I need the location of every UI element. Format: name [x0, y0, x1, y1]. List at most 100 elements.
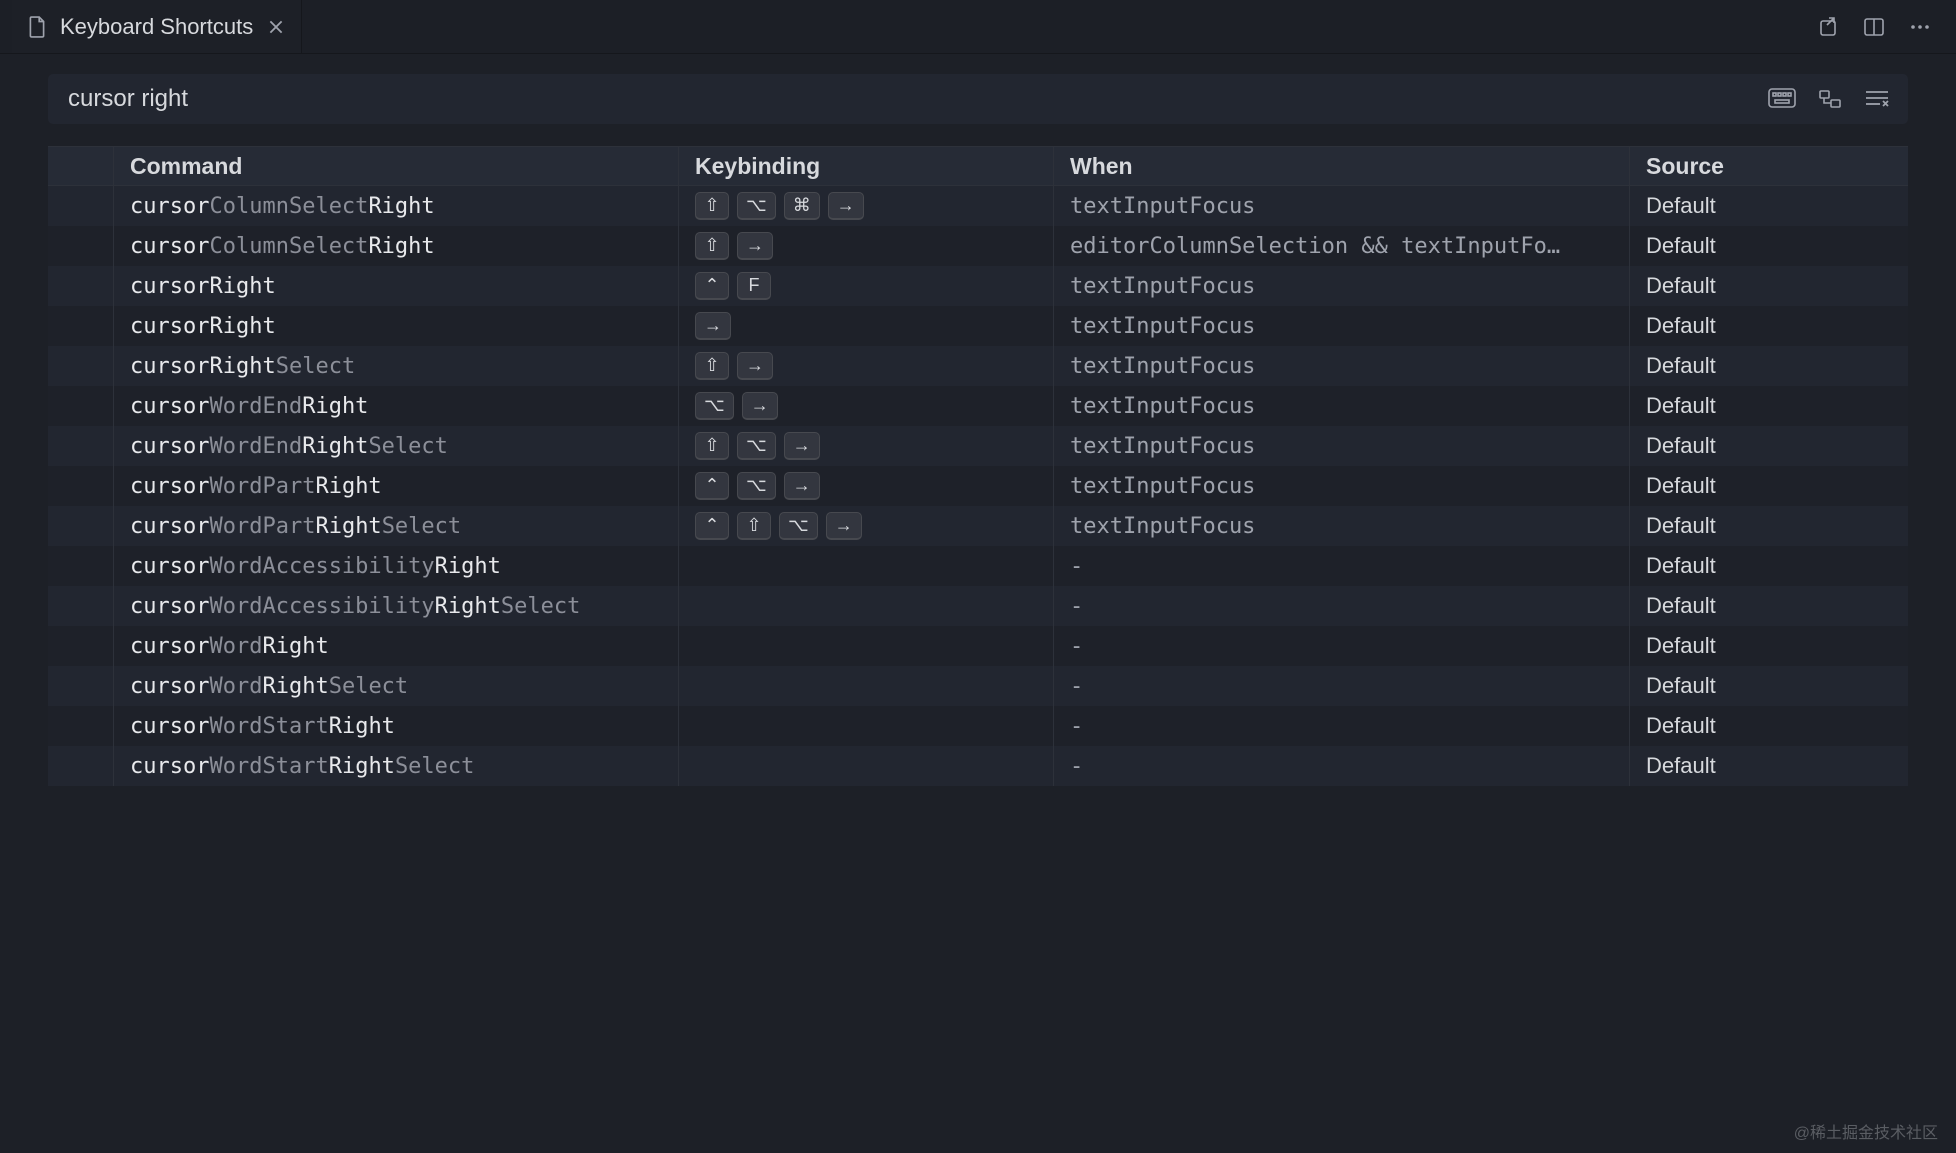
table-row[interactable]: cursorRight⌃FtextInputFocusDefault: [48, 266, 1908, 306]
command-cell: cursorWordRightSelect: [114, 666, 679, 706]
table-row[interactable]: cursorRightSelect⇧→textInputFocusDefault: [48, 346, 1908, 386]
when-cell: textInputFocus: [1054, 346, 1630, 386]
row-gutter: [48, 266, 114, 306]
key-cap: ⌥: [779, 512, 818, 540]
key-cap: ⇧: [695, 192, 729, 220]
source-cell: Default: [1630, 426, 1908, 466]
source-cell: Default: [1630, 226, 1908, 266]
key-cap: →: [737, 232, 773, 260]
command-cell: cursorWordStartRightSelect: [114, 746, 679, 786]
file-icon: [28, 16, 46, 38]
search-input[interactable]: [66, 84, 1768, 114]
keybinding-cell: [679, 706, 1054, 746]
row-gutter: [48, 306, 114, 346]
row-gutter: [48, 706, 114, 746]
key-cap: ⌃: [695, 512, 729, 540]
row-gutter: [48, 546, 114, 586]
when-cell: textInputFocus: [1054, 466, 1630, 506]
table-row[interactable]: cursorWordRight-Default: [48, 626, 1908, 666]
row-gutter: [48, 186, 114, 226]
table-row[interactable]: cursorWordPartRight⌃⌥→textInputFocusDefa…: [48, 466, 1908, 506]
command-cell: cursorWordEndRight: [114, 386, 679, 426]
col-when[interactable]: When: [1054, 147, 1630, 185]
command-cell: cursorRight: [114, 266, 679, 306]
table-row[interactable]: cursorWordAccessibilityRightSelect-Defau…: [48, 586, 1908, 626]
key-cap: →: [695, 312, 731, 340]
row-gutter: [48, 466, 114, 506]
table-body: cursorColumnSelectRight⇧⌥⌘→textInputFocu…: [48, 186, 1908, 786]
more-actions-icon[interactable]: [1908, 15, 1932, 39]
col-gutter: [48, 147, 114, 185]
row-gutter: [48, 626, 114, 666]
keybinding-cell: [679, 666, 1054, 706]
source-cell: Default: [1630, 186, 1908, 226]
clear-search-icon[interactable]: [1864, 88, 1890, 110]
key-cap: ⇧: [737, 512, 771, 540]
when-cell: textInputFocus: [1054, 306, 1630, 346]
command-cell: cursorRight: [114, 306, 679, 346]
when-cell: textInputFocus: [1054, 426, 1630, 466]
key-cap: →: [828, 192, 864, 220]
row-gutter: [48, 226, 114, 266]
table-row[interactable]: cursorWordAccessibilityRight-Default: [48, 546, 1908, 586]
source-cell: Default: [1630, 586, 1908, 626]
key-cap: →: [784, 472, 820, 500]
key-cap: →: [784, 432, 820, 460]
col-keybinding[interactable]: Keybinding: [679, 147, 1054, 185]
shortcuts-table: Command Keybinding When Source cursorCol…: [48, 146, 1908, 786]
key-cap: ⇧: [695, 352, 729, 380]
table-header: Command Keybinding When Source: [48, 146, 1908, 186]
table-row[interactable]: cursorRight→textInputFocusDefault: [48, 306, 1908, 346]
row-gutter: [48, 426, 114, 466]
close-icon[interactable]: [267, 18, 285, 36]
col-command[interactable]: Command: [114, 147, 679, 185]
col-source[interactable]: Source: [1630, 147, 1908, 185]
when-cell: -: [1054, 586, 1630, 626]
command-cell: cursorWordAccessibilityRight: [114, 546, 679, 586]
when-cell: -: [1054, 666, 1630, 706]
table-row[interactable]: cursorWordPartRightSelect⌃⇧⌥→textInputFo…: [48, 506, 1908, 546]
keybinding-cell: [679, 546, 1054, 586]
when-cell: textInputFocus: [1054, 186, 1630, 226]
row-gutter: [48, 506, 114, 546]
key-cap: F: [737, 272, 771, 300]
table-row[interactable]: cursorWordEndRight⌥→textInputFocusDefaul…: [48, 386, 1908, 426]
split-editor-icon[interactable]: [1862, 15, 1886, 39]
command-cell: cursorWordStartRight: [114, 706, 679, 746]
keyboard-shortcuts-editor: Command Keybinding When Source cursorCol…: [0, 54, 1956, 786]
command-cell: cursorColumnSelectRight: [114, 186, 679, 226]
key-cap: ⇧: [695, 232, 729, 260]
keybinding-cell: [679, 626, 1054, 666]
keybinding-cell: ⇧→: [679, 346, 1054, 386]
record-keys-icon[interactable]: [1768, 88, 1796, 110]
keybinding-cell: ⌥→: [679, 386, 1054, 426]
keybinding-cell: →: [679, 306, 1054, 346]
key-cap: ⌃: [695, 272, 729, 300]
search-bar: [48, 74, 1908, 124]
keybinding-cell: [679, 746, 1054, 786]
table-row[interactable]: cursorWordEndRightSelect⇧⌥→textInputFocu…: [48, 426, 1908, 466]
when-cell: -: [1054, 546, 1630, 586]
row-gutter: [48, 746, 114, 786]
table-row[interactable]: cursorWordStartRightSelect-Default: [48, 746, 1908, 786]
command-cell: cursorWordPartRight: [114, 466, 679, 506]
row-gutter: [48, 386, 114, 426]
when-cell: textInputFocus: [1054, 266, 1630, 306]
command-cell: cursorRightSelect: [114, 346, 679, 386]
source-cell: Default: [1630, 466, 1908, 506]
keybinding-cell: ⇧→: [679, 226, 1054, 266]
source-cell: Default: [1630, 386, 1908, 426]
table-row[interactable]: cursorWordStartRight-Default: [48, 706, 1908, 746]
table-row[interactable]: cursorColumnSelectRight⇧⌥⌘→textInputFocu…: [48, 186, 1908, 226]
row-gutter: [48, 346, 114, 386]
tab-keyboard-shortcuts[interactable]: Keyboard Shortcuts: [12, 0, 302, 53]
source-cell: Default: [1630, 706, 1908, 746]
tab-title: Keyboard Shortcuts: [60, 14, 253, 40]
keybinding-cell: [679, 586, 1054, 626]
table-row[interactable]: cursorWordRightSelect-Default: [48, 666, 1908, 706]
sort-precedence-icon[interactable]: [1818, 88, 1842, 110]
source-cell: Default: [1630, 506, 1908, 546]
source-cell: Default: [1630, 746, 1908, 786]
open-to-side-icon[interactable]: [1816, 15, 1840, 39]
table-row[interactable]: cursorColumnSelectRight⇧→editorColumnSel…: [48, 226, 1908, 266]
